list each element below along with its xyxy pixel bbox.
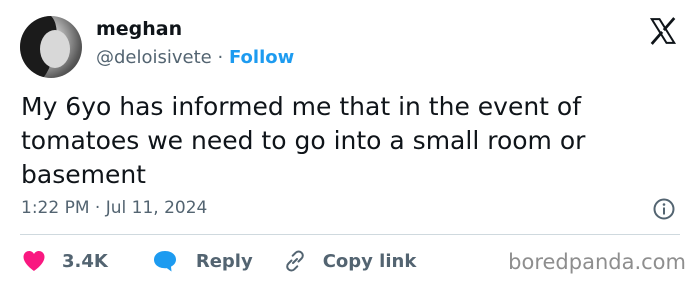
handle-separator: · — [217, 47, 224, 68]
reply-label: Reply — [195, 250, 253, 272]
watermark: boredpanda.com — [508, 250, 686, 274]
like-count: 3.4K — [62, 250, 108, 272]
copy-link-label: Copy link — [322, 250, 417, 272]
divider — [20, 234, 680, 235]
reply-button[interactable]: Reply — [152, 249, 253, 273]
like-button[interactable]: 3.4K — [22, 250, 108, 272]
author-handle-row: @deloisivete · Follow — [96, 47, 294, 68]
action-bar: 3.4K Reply Copy link — [22, 248, 416, 274]
tweet-text: My 6yo has informed me that in the event… — [21, 92, 586, 189]
heart-icon — [23, 251, 45, 271]
author-handle[interactable]: @deloisivete — [96, 47, 212, 68]
reply-bubble-icon — [153, 251, 176, 272]
author-name[interactable]: meghan — [96, 18, 182, 40]
tweet-timestamp[interactable]: 1:22 PM · Jul 11, 2024 — [21, 198, 207, 218]
x-logo-icon[interactable] — [648, 16, 678, 46]
copy-link-button[interactable]: Copy link — [283, 249, 417, 273]
link-icon — [285, 250, 304, 272]
info-icon[interactable] — [652, 197, 676, 221]
avatar[interactable] — [20, 16, 82, 78]
follow-button[interactable]: Follow — [229, 47, 294, 68]
